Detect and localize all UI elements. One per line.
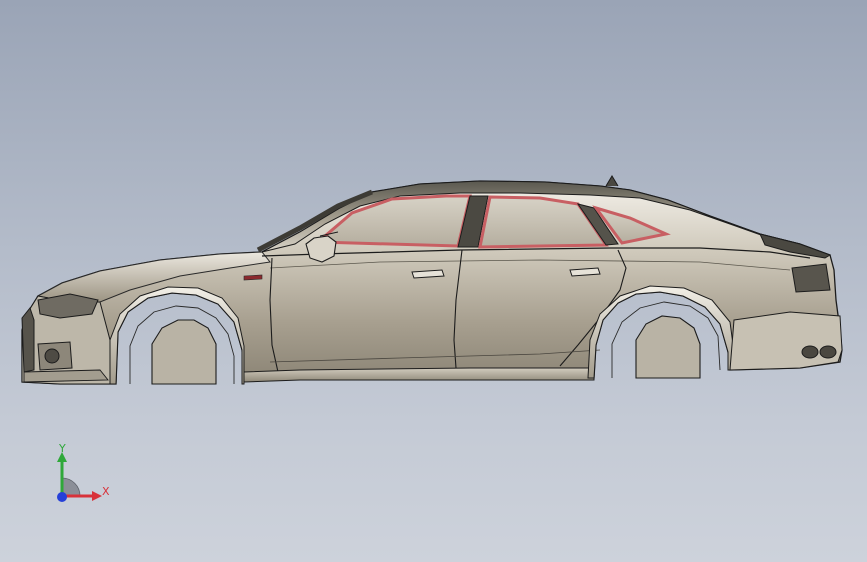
exhaust-tip-left bbox=[801, 345, 819, 359]
x-axis-label: X bbox=[102, 485, 110, 498]
rear-door-handle bbox=[569, 267, 601, 277]
antenna bbox=[605, 175, 619, 187]
triad-svg bbox=[57, 452, 102, 502]
fender-badge bbox=[243, 274, 263, 281]
car-model[interactable] bbox=[0, 0, 867, 562]
graphics-viewport[interactable]: Y X bbox=[0, 0, 867, 562]
rear-wheel-well bbox=[635, 315, 701, 379]
rear-bumper bbox=[729, 311, 843, 371]
front-door-handle bbox=[411, 269, 445, 279]
x-axis-arrow-head bbox=[92, 491, 102, 501]
exhaust-tip-right bbox=[819, 345, 837, 359]
z-axis-dot bbox=[57, 492, 67, 502]
front-wheel-well bbox=[151, 319, 217, 385]
y-axis-label: Y bbox=[59, 442, 66, 455]
front-grille bbox=[21, 306, 35, 373]
reference-triad: Y X bbox=[40, 440, 120, 512]
front-bumper-lip bbox=[23, 369, 109, 383]
fog-light bbox=[44, 348, 60, 364]
tail-light bbox=[791, 263, 831, 293]
side-sill bbox=[243, 367, 595, 383]
